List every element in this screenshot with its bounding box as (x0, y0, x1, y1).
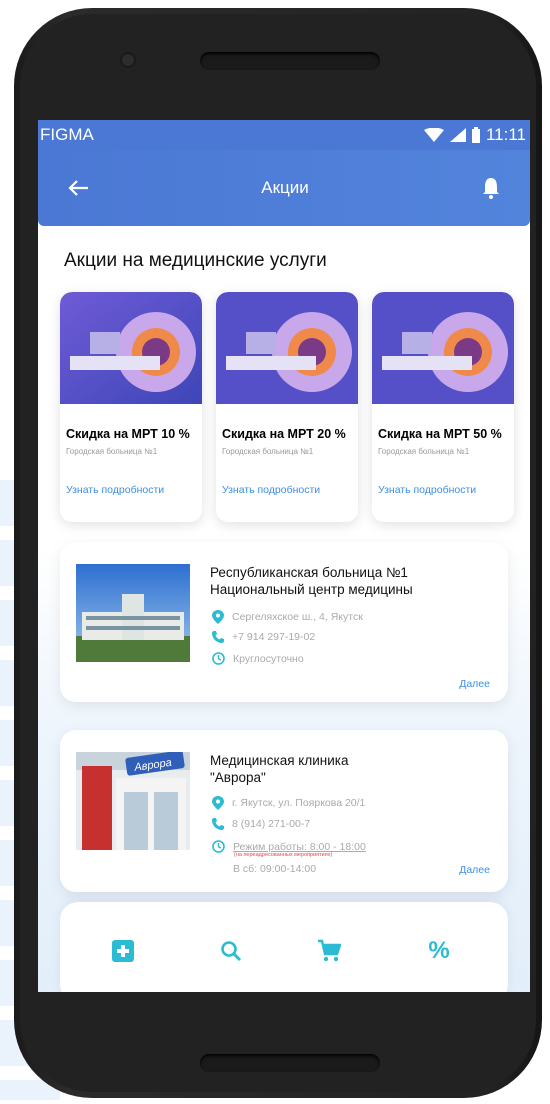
hospital-photo (76, 564, 190, 662)
clinic-name: Медицинская клиника (210, 753, 349, 768)
tab-cart[interactable] (314, 936, 344, 966)
promo-title: Скидка на МРТ 20 % (222, 427, 346, 441)
mri-image (216, 292, 358, 404)
mri-image (60, 292, 202, 404)
more-link[interactable]: Далее (459, 678, 490, 690)
promo-subtitle: Городская больница №1 (378, 447, 470, 456)
location-pin-icon (212, 610, 224, 624)
phone-icon (212, 818, 224, 830)
promo-card[interactable]: Скидка на МРТ 20 % Городская больница №1… (216, 292, 358, 522)
clinic-card[interactable]: Республиканская больница №1 Национальный… (60, 542, 508, 702)
clinic-hours: Круглосуточно (212, 652, 304, 665)
phone-icon (212, 631, 224, 643)
earpiece-speaker (200, 52, 380, 70)
back-arrow-icon[interactable] (68, 180, 88, 196)
promo-subtitle: Городская больница №1 (66, 447, 158, 456)
bottom-speaker (200, 1054, 380, 1072)
tab-promotions[interactable]: % (424, 936, 454, 966)
clinic-address: Сергеляхское ш., 4, Якутск (212, 610, 363, 624)
content: Акции на медицинские услуги Скидка на МР… (38, 226, 530, 992)
phone-text[interactable]: +7 914 297-19-02 (232, 631, 315, 643)
promo-details-link[interactable]: Узнать подробности (372, 456, 514, 496)
carrier-label: FIGMA (40, 125, 94, 144)
clinic-photo: Аврора (76, 752, 190, 850)
clock-icon (212, 652, 225, 665)
hours-extra: В сб: 09:00-14:00 (233, 863, 317, 875)
tab-medical[interactable] (108, 936, 138, 966)
address-text: Сергеляхское ш., 4, Якутск (232, 611, 363, 623)
clinic-address: г. Якутск, ул. Пояркова 20/1 (212, 796, 365, 810)
camera (120, 52, 136, 68)
clinic-phone: +7 914 297-19-02 (212, 631, 315, 643)
mri-image (372, 292, 514, 404)
phone-text[interactable]: 8 (914) 271-00-7 (232, 818, 310, 830)
promo-subtitle: Городская больница №1 (222, 447, 314, 456)
status-time: 11:11 (485, 125, 526, 144)
promo-card[interactable]: Скидка на МРТ 50 % Городская больница №1… (372, 292, 514, 522)
clinic-name-subtitle: Национальный центр медицины (210, 582, 413, 597)
medical-cross-icon (112, 940, 134, 962)
hours-text: Круглосуточно (233, 652, 304, 665)
bell-icon[interactable] (482, 177, 500, 199)
page-title: Акции (261, 178, 309, 197)
clinic-name-subtitle: "Аврора" (210, 770, 266, 785)
screen: FIGMA 11:11 Акции Акции на медицинские у… (38, 120, 530, 992)
percent-icon: % (428, 937, 450, 964)
tab-search[interactable] (216, 936, 246, 966)
more-link[interactable]: Далее (459, 864, 490, 876)
address-text: г. Якутск, ул. Пояркова 20/1 (232, 797, 366, 809)
promo-details-link[interactable]: Узнать подробности (60, 456, 202, 496)
promo-title: Скидка на МРТ 50 % (378, 427, 502, 441)
signal-icon (449, 128, 466, 142)
cart-icon (318, 939, 341, 962)
battery-icon (471, 127, 480, 143)
status-bar: FIGMA 11:11 (38, 120, 530, 150)
status-icons: 11:11 (423, 125, 526, 145)
clinic-name: Республиканская больница №1 (210, 565, 408, 580)
promo-details-link[interactable]: Узнать подробности (216, 456, 358, 496)
wifi-icon (423, 128, 444, 142)
clinic-card[interactable]: Аврора Медицинская клиника "Аврора" г. Я… (60, 730, 508, 892)
hours-text: Режим работы: 8:00 - 18:00 (233, 840, 366, 853)
app-bar: Акции (38, 150, 530, 226)
hours-note: (на переадресованных мероприятиях) (234, 852, 333, 858)
clock-icon (212, 840, 225, 853)
bottom-tab-bar: % (60, 902, 508, 992)
location-pin-icon (212, 796, 224, 810)
promo-title: Скидка на МРТ 10 % (66, 427, 190, 441)
section-title: Акции на медицинские услуги (64, 250, 327, 271)
search-icon (221, 941, 242, 962)
clinic-phone: 8 (914) 271-00-7 (212, 818, 310, 830)
promo-card[interactable]: Скидка на МРТ 10 % Городская больница №1… (60, 292, 202, 522)
